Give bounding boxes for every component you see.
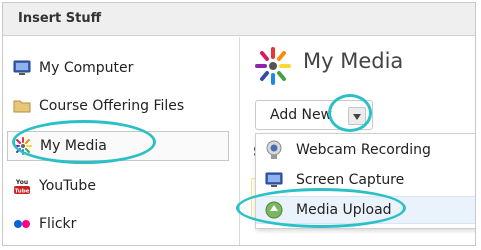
sidebar-item-my-computer[interactable]: My Computer bbox=[13, 53, 233, 83]
add-new-button[interactable]: Add New bbox=[255, 100, 373, 130]
source-sidebar: My Computer Course Offering Files My Med… bbox=[3, 37, 240, 245]
add-new-label: Add New bbox=[270, 107, 333, 123]
page-title: My Media bbox=[303, 49, 404, 73]
insert-stuff-dialog: Insert Stuff My Computer Course Offering… bbox=[2, 2, 476, 246]
sidebar-item-flickr[interactable]: Flickr bbox=[13, 209, 233, 239]
sidebar-item-label: My Media bbox=[40, 138, 107, 154]
sidebar-item-label: YouTube bbox=[39, 178, 96, 194]
menu-item-media-upload[interactable]: Media Upload bbox=[256, 196, 475, 224]
menu-item-label: Media Upload bbox=[296, 202, 392, 218]
folder-icon bbox=[13, 97, 31, 115]
dialog-title: Insert Stuff bbox=[18, 11, 102, 26]
media-panel: My Media S Add New Webcam Recording Scre… bbox=[241, 37, 475, 245]
sidebar-item-label: Flickr bbox=[39, 216, 77, 232]
svg-text:You: You bbox=[15, 179, 28, 186]
sidebar-item-label: Course Offering Files bbox=[39, 98, 185, 114]
sidebar-item-course-offering-files[interactable]: Course Offering Files bbox=[13, 91, 233, 121]
sidebar-item-my-media[interactable]: My Media bbox=[7, 131, 229, 161]
monitor-icon bbox=[13, 59, 31, 77]
menu-item-screen-capture[interactable]: Screen Capture bbox=[256, 166, 475, 194]
menu-item-label: Screen Capture bbox=[296, 172, 405, 188]
sidebar-item-label: My Computer bbox=[39, 60, 134, 76]
monitor-icon bbox=[264, 170, 284, 190]
kaltura-media-icon bbox=[14, 137, 32, 155]
sidebar-item-youtube[interactable]: You Tube YouTube bbox=[13, 171, 233, 201]
chevron-down-icon[interactable] bbox=[348, 107, 366, 125]
kaltura-media-logo-icon bbox=[251, 47, 295, 85]
webcam-icon bbox=[264, 140, 284, 160]
flickr-icon bbox=[13, 215, 31, 233]
dialog-titlebar: Insert Stuff bbox=[3, 3, 475, 36]
menu-item-webcam-recording[interactable]: Webcam Recording bbox=[256, 136, 475, 164]
svg-text:Tube: Tube bbox=[15, 189, 30, 195]
upload-icon bbox=[264, 200, 284, 220]
menu-item-label: Webcam Recording bbox=[296, 142, 431, 158]
add-new-menu: Webcam Recording Screen Capture Media Up… bbox=[255, 133, 475, 229]
youtube-icon: You Tube bbox=[13, 177, 31, 195]
